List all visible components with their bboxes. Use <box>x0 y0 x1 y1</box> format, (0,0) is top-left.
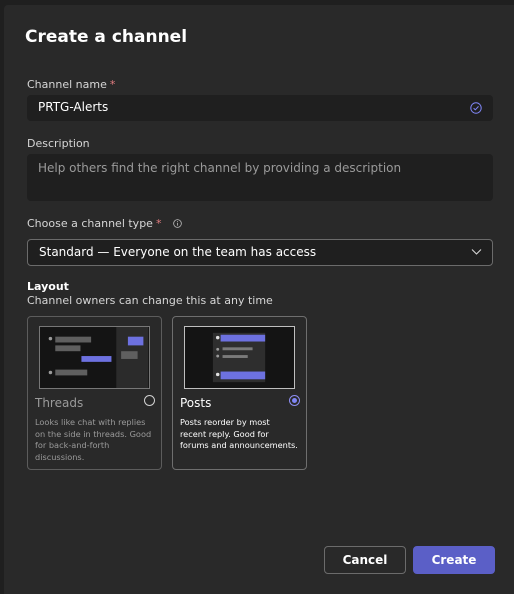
posts-preview-image <box>184 326 295 389</box>
channel-type-label-text: Choose a channel type <box>27 217 153 230</box>
required-marker: * <box>155 217 162 230</box>
required-marker: * <box>109 78 116 91</box>
chevron-down-icon <box>471 249 482 255</box>
channel-type-label: Choose a channel type * <box>27 217 182 230</box>
layout-option-posts[interactable]: Posts Posts reorder by most recent reply… <box>172 316 307 470</box>
channel-name-label: Channel name * <box>27 78 115 91</box>
description-field[interactable]: Help others find the right channel by pr… <box>27 154 493 201</box>
layout-title: Layout <box>27 280 69 293</box>
create-channel-dialog: Create a channel Channel name * PRTG-Aler… <box>4 5 514 594</box>
description-label: Description <box>27 137 90 150</box>
cancel-button[interactable]: Cancel <box>324 546 406 574</box>
layout-subtitle: Channel owners can change this at any ti… <box>27 294 273 307</box>
channel-name-value: PRTG-Alerts <box>38 100 109 114</box>
dialog-title: Create a channel <box>25 27 188 47</box>
threads-title: Threads <box>35 396 84 410</box>
layout-option-threads[interactable]: Threads Looks like chat with replies on … <box>27 316 162 470</box>
channel-name-field[interactable]: PRTG-Alerts <box>27 95 493 121</box>
check-circle-icon <box>470 102 482 114</box>
channel-type-value: Standard — Everyone on the team has acce… <box>39 245 317 259</box>
threads-radio[interactable] <box>144 395 155 406</box>
threads-preview-image <box>39 326 150 389</box>
channel-name-label-text: Channel name <box>27 78 107 91</box>
posts-radio[interactable] <box>289 395 300 406</box>
posts-title: Posts <box>180 396 212 410</box>
posts-description: Posts reorder by most recent reply. Good… <box>180 417 298 450</box>
description-placeholder: Help others find the right channel by pr… <box>38 161 402 175</box>
create-button[interactable]: Create <box>413 546 495 574</box>
info-icon[interactable] <box>173 219 182 228</box>
threads-description: Looks like chat with replies on the side… <box>35 417 152 462</box>
channel-type-select[interactable]: Standard — Everyone on the team has acce… <box>27 239 493 266</box>
